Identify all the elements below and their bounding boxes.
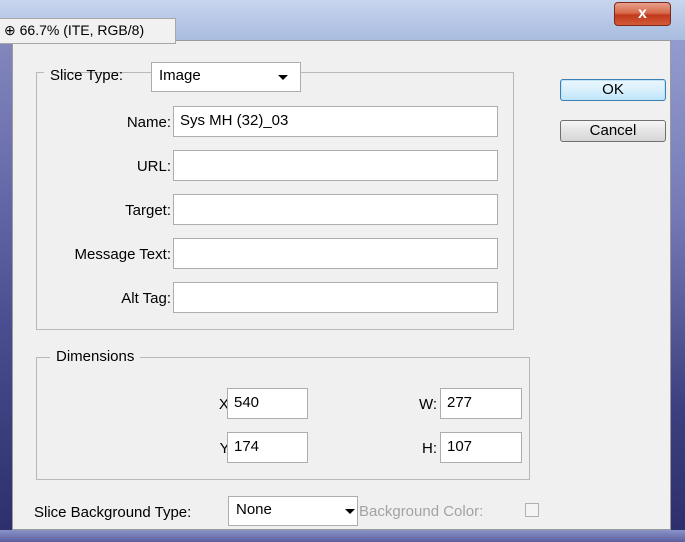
ok-button[interactable]: OK [560,79,666,101]
slice-options-dialog: Slice Type: Image Name: Sys MH (32)_03 U… [12,40,671,530]
slice-type-legend: Slice Type: [44,63,123,97]
document-title-tab: ⊕ 66.7% (ITE, RGB/8) [0,18,176,44]
chevron-down-icon [278,75,288,80]
close-icon: x [638,5,647,22]
chevron-down-icon [345,509,355,514]
slice-type-select[interactable]: Image [151,62,301,92]
background-type-value: None [236,501,272,518]
desktop-left-edge [0,0,12,542]
desktop-right-edge [671,0,685,542]
message-text-field[interactable] [173,238,498,269]
close-button[interactable]: x [614,2,671,26]
dimensions-legend: Dimensions [50,348,141,365]
name-label: Name: [126,114,171,131]
name-field[interactable]: Sys MH (32)_03 [173,106,498,137]
w-field[interactable]: 277 [440,388,522,419]
h-field[interactable]: 107 [440,432,522,463]
slice-type-value: Image [159,67,201,84]
target-field[interactable] [173,194,498,225]
h-label: H: [422,440,437,457]
background-color-swatch[interactable] [525,503,539,517]
background-color-label: Background Color: [359,503,484,520]
window-bottom-edge [0,530,685,542]
url-label: URL: [136,158,171,175]
alt-tag-label: Alt Tag: [121,290,171,307]
alt-tag-field[interactable] [173,282,498,313]
slice-type-label: Slice Type: [50,67,124,84]
cancel-button[interactable]: Cancel [560,120,666,142]
background-type-select[interactable]: None [228,496,358,526]
background-type-label: Slice Background Type: [34,504,192,521]
y-field[interactable]: 174 [227,432,308,463]
url-field[interactable] [173,150,498,181]
x-field[interactable]: 540 [227,388,308,419]
message-text-label: Message Text: [74,246,171,263]
w-label: W: [418,396,437,413]
target-label: Target: [125,202,171,219]
